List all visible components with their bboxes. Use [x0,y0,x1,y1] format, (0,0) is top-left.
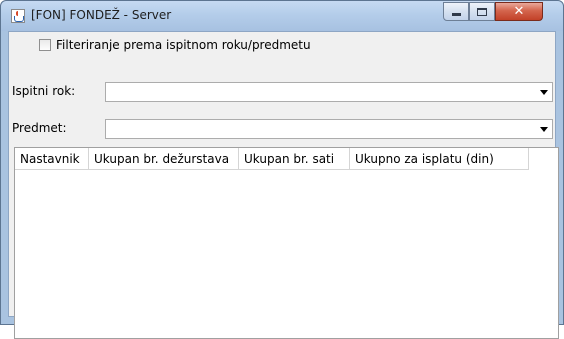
java-cup-icon [11,9,25,23]
window-title: [FON] FONDEŽ - Server [31,8,172,22]
content-panel: Filteriranje prema ispitnom roku/predmet… [8,31,559,339]
app-window: [FON] FONDEŽ - Server ✕ Filteriranje pre… [0,0,564,339]
maximize-button[interactable] [469,2,495,21]
table-header: Nastavnik Ukupan br. dežurstava Ukupan b… [15,148,560,170]
chevron-down-icon[interactable] [540,127,548,132]
minimize-button[interactable] [443,2,469,21]
title-bar[interactable]: [FON] FONDEŽ - Server ✕ [1,1,563,31]
filter-checkbox-row[interactable]: Filteriranje prema ispitnom roku/predmet… [39,38,311,52]
close-button[interactable]: ✕ [495,2,543,21]
predmet-combo[interactable] [105,119,553,139]
predmet-label: Predmet: [12,121,67,135]
column-header-isplata[interactable]: Ukupno za isplatu (din) [350,148,529,170]
column-header-sati[interactable]: Ukupan br. sati [239,148,350,170]
chevron-down-icon[interactable] [540,90,548,95]
filter-checkbox-label: Filteriranje prema ispitnom roku/predmet… [56,38,311,52]
minimize-icon [451,13,461,16]
ispitni-rok-combo[interactable] [105,82,553,102]
column-header-nastavnik[interactable]: Nastavnik [15,148,89,170]
close-icon: ✕ [513,4,525,19]
filter-checkbox[interactable] [39,39,51,51]
column-header-dezurstva[interactable]: Ukupan br. dežurstava [89,148,239,170]
results-table[interactable]: Nastavnik Ukupan br. dežurstava Ukupan b… [14,147,559,339]
maximize-icon [477,7,487,16]
ispitni-rok-label: Ispitni rok: [12,84,76,98]
